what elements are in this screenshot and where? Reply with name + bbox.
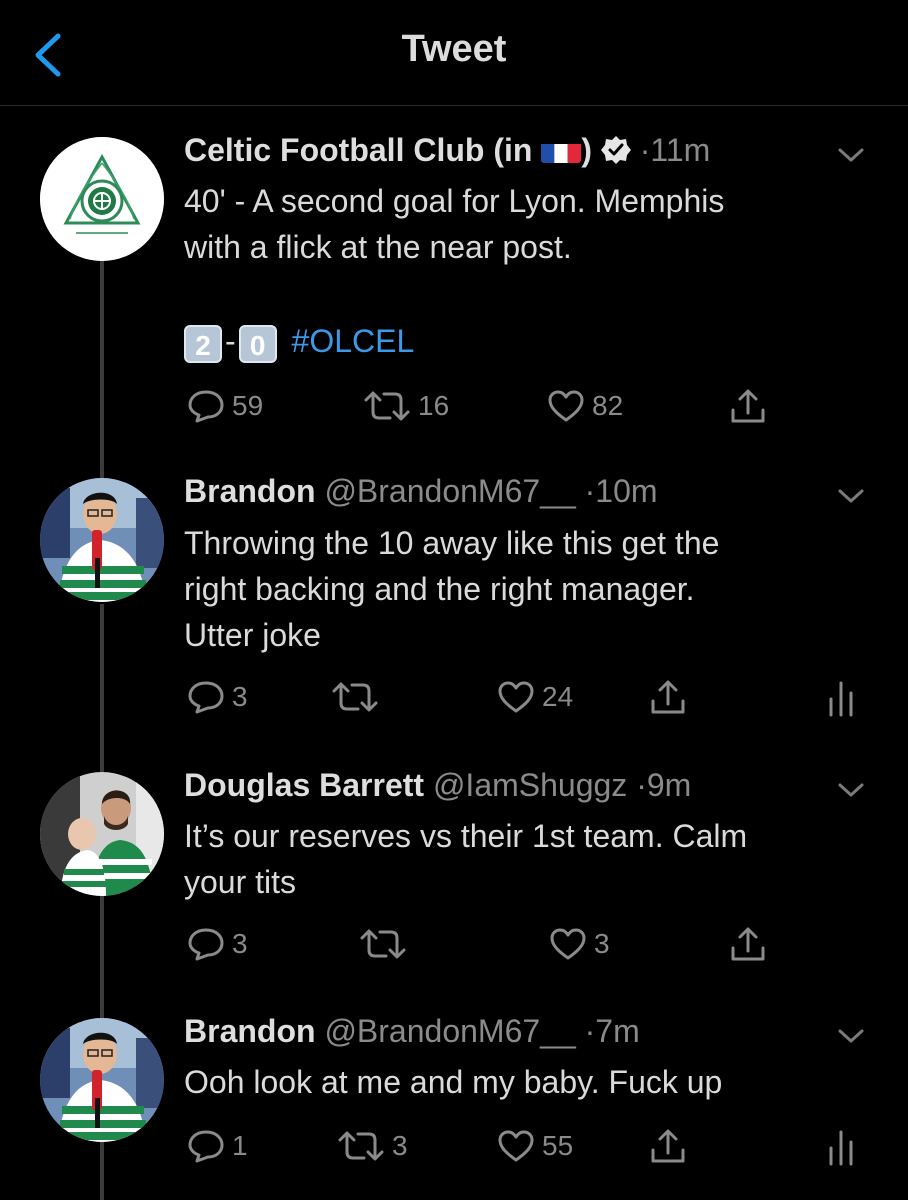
tweet-menu-button[interactable]	[834, 773, 868, 797]
author-name[interactable]: Douglas Barrett	[184, 767, 424, 803]
time-separator: ·	[639, 132, 651, 168]
reply-icon	[188, 1130, 224, 1163]
retweet-icon	[332, 682, 378, 712]
reply-button[interactable]: 3	[186, 677, 248, 717]
retweet-button[interactable]	[358, 924, 414, 964]
tweet-text: Ooh look at me and my baby. Fuck up	[184, 1064, 723, 1100]
caret-down-icon	[838, 148, 864, 162]
celtic-crest-logo	[40, 137, 164, 261]
avatar-brandon[interactable]	[40, 478, 164, 602]
analytics-icon	[829, 681, 853, 717]
thread-line	[100, 260, 104, 478]
like-button[interactable]: 3	[548, 924, 610, 964]
like-icon	[498, 681, 534, 713]
tweet-timestamp[interactable]: 11m	[650, 132, 710, 168]
hashtag-link[interactable]: #OLCEL	[292, 323, 415, 359]
caret-down-icon	[838, 489, 864, 503]
keycap-away-score: 0	[238, 324, 277, 363]
thread-line	[100, 604, 104, 772]
header-bar: Tweet	[0, 0, 908, 106]
share-icon	[651, 680, 685, 714]
like-icon	[498, 1130, 534, 1162]
reply-button[interactable]: 1	[186, 1126, 248, 1166]
time-separator: ·	[636, 767, 647, 803]
author-name-suffix: )	[581, 132, 592, 168]
avatar-douglas[interactable]	[40, 772, 164, 896]
reply-button[interactable]: 3	[186, 924, 248, 964]
tweet-actions: 3 24	[186, 677, 868, 717]
tweet-menu-button[interactable]	[834, 479, 868, 503]
tweet-menu-button[interactable]	[834, 138, 868, 162]
caret-down-icon	[838, 1029, 864, 1043]
thread-line	[100, 896, 104, 1018]
tweet-timestamp[interactable]: 9m	[647, 767, 691, 803]
reply-icon	[188, 928, 224, 961]
keycap-home-score: 2	[184, 324, 222, 363]
retweet-icon	[364, 391, 410, 421]
tweet-actions: 3 3	[186, 924, 868, 964]
tweet-text: Throwing the 10 away like this get the r…	[184, 525, 720, 653]
author-name[interactable]: Brandon	[184, 473, 316, 509]
tweet-header: Celtic Football Club (in ) ·11m	[184, 132, 868, 172]
author-handle[interactable]: @BrandonM67__	[324, 1013, 575, 1049]
france-flag-icon	[541, 139, 582, 163]
share-icon	[731, 389, 765, 423]
reply-button[interactable]: 59	[186, 386, 263, 426]
like-icon	[550, 928, 586, 960]
share-button[interactable]	[728, 924, 768, 964]
share-icon	[731, 927, 765, 961]
like-icon	[548, 390, 584, 422]
author-name[interactable]: Celtic Football Club (in	[184, 132, 532, 168]
retweet-icon	[338, 1131, 384, 1161]
analytics-button[interactable]	[826, 677, 856, 717]
retweet-button[interactable]	[330, 677, 386, 717]
author-handle[interactable]: @IamShuggz	[433, 767, 627, 803]
tweet-text: It’s our reserves vs their 1st team. Cal…	[184, 818, 748, 900]
retweet-button[interactable]: 16	[362, 386, 449, 426]
score-separator: -	[225, 323, 236, 359]
tweet-actions: 1 3 55	[186, 1126, 868, 1166]
share-button[interactable]	[648, 677, 688, 717]
thread-line	[100, 1142, 104, 1200]
tweet-header: Brandon @BrandonM67__ ·10m	[184, 473, 868, 513]
author-handle[interactable]: @BrandonM67__	[324, 473, 575, 509]
analytics-button[interactable]	[826, 1126, 856, 1166]
author-name[interactable]: Brandon	[184, 1013, 316, 1049]
share-button[interactable]	[648, 1126, 688, 1166]
time-separator: ·	[584, 1013, 596, 1049]
avatar-celtic[interactable]	[40, 137, 164, 261]
page-title: Tweet	[401, 28, 507, 70]
avatar-photo	[40, 1018, 164, 1142]
tweet-text: 40' - A second goal for Lyon. Memphis wi…	[184, 183, 725, 363]
like-button[interactable]: 24	[496, 677, 573, 717]
tweet-timestamp[interactable]: 7m	[595, 1013, 639, 1049]
retweet-button[interactable]: 3	[336, 1126, 408, 1166]
reply-icon	[188, 390, 224, 423]
tweet-header: Douglas Barrett @IamShuggz ·9m	[184, 767, 868, 807]
avatar-photo	[40, 478, 164, 602]
avatar-photo	[40, 772, 164, 896]
retweet-icon	[360, 929, 406, 959]
analytics-icon	[829, 1130, 853, 1166]
avatar-brandon[interactable]	[40, 1018, 164, 1142]
tweet-menu-button[interactable]	[834, 1019, 868, 1043]
tweet-actions: 59 16 82	[186, 386, 868, 426]
share-button[interactable]	[728, 386, 768, 426]
verified-badge-icon	[600, 135, 631, 165]
time-separator: ·	[584, 473, 596, 509]
tweet-header: Brandon @BrandonM67__ ·7m	[184, 1013, 868, 1053]
like-button[interactable]: 82	[546, 386, 623, 426]
caret-down-icon	[838, 783, 864, 797]
share-icon	[651, 1129, 685, 1163]
like-button[interactable]: 55	[496, 1126, 573, 1166]
tweet-timestamp[interactable]: 10m	[595, 473, 657, 509]
reply-icon	[188, 681, 224, 714]
